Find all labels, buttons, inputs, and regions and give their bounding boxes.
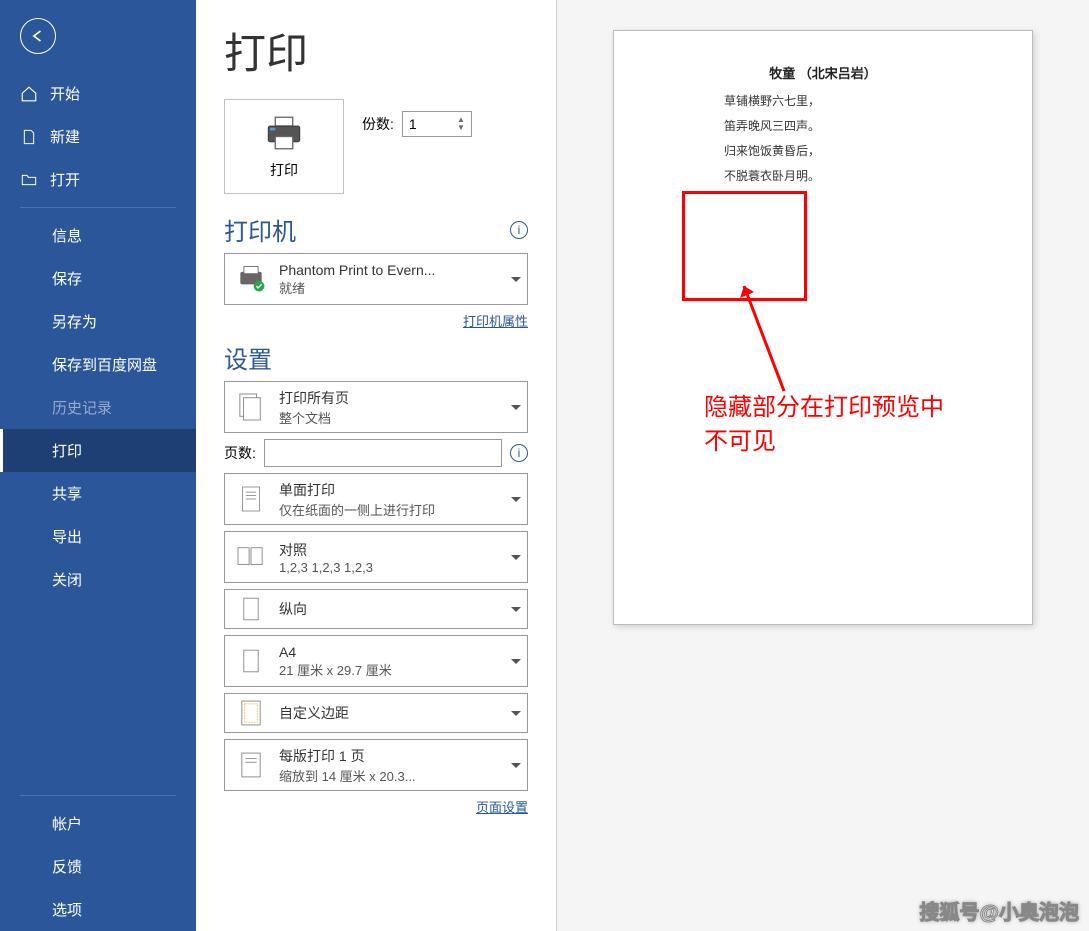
sides-dropdown[interactable]: 单面打印 仅在纸面的一侧上进行打印 (224, 473, 528, 525)
copies-spinner[interactable]: ▲▼ (457, 116, 465, 132)
printer-status-icon (235, 261, 267, 297)
sidebar-item-info[interactable]: 信息 (0, 214, 196, 257)
print-button[interactable]: 打印 (224, 99, 344, 194)
new-doc-icon (20, 128, 38, 146)
a4-icon (235, 643, 267, 679)
chevron-down-icon (511, 555, 521, 560)
sidebar-item-baidu[interactable]: 保存到百度网盘 (0, 343, 196, 386)
sidebar-new-label: 新建 (50, 126, 80, 147)
printer-dropdown[interactable]: Phantom Print to Evern... 就绪 (224, 253, 528, 305)
sidebar-item-new[interactable]: 新建 (0, 115, 196, 158)
copies-label: 份数: (362, 114, 394, 134)
doc-title: 牧童 （北宋吕岩） (684, 63, 962, 82)
sidebar-item-export[interactable]: 导出 (0, 515, 196, 558)
sidebar-home-label: 开始 (50, 83, 80, 104)
pages-icon (235, 389, 267, 425)
sidebar-item-history: 历史记录 (0, 386, 196, 429)
margins-dropdown[interactable]: 自定义边距 (224, 693, 528, 733)
paper-size-dropdown[interactable]: A4 21 厘米 x 29.7 厘米 (224, 635, 528, 687)
backstage-sidebar: 开始 新建 打开 信息 保存 另存为 保存到百度网盘 历史记录 打印 共享 导出… (0, 0, 196, 931)
annotation-text: 隐藏部分在打印预览中 不可见 (704, 391, 944, 458)
pages-info-button[interactable]: i (510, 444, 528, 462)
sidebar-item-home[interactable]: 开始 (0, 72, 196, 115)
annotation-box (682, 191, 807, 301)
copies-value: 1 (409, 116, 417, 132)
printer-section-title: 打印机 (224, 212, 296, 247)
collate-dropdown[interactable]: 对照 1,2,3 1,2,3 1,2,3 (224, 531, 528, 583)
chevron-down-icon (511, 607, 521, 612)
sidebar-separator-2 (20, 795, 176, 796)
orientation-dropdown[interactable]: 纵向 (224, 589, 528, 629)
back-arrow-icon (28, 26, 48, 46)
sidebar-item-options[interactable]: 选项 (0, 888, 196, 931)
collate-icon (235, 539, 267, 575)
home-icon (20, 85, 38, 103)
page-setup-link[interactable]: 页面设置 (224, 797, 528, 816)
printer-name: Phantom Print to Evern... (279, 262, 505, 278)
print-settings-panel: 打印 打印 份数: 1 ▲▼ 打印机 (196, 0, 556, 931)
print-preview-area: 牧童 （北宋吕岩） 草铺横野六七里， 笛弄晚风三四声。 归来饱饭黄昏后， 不脱蓑… (557, 0, 1089, 931)
sidebar-item-feedback[interactable]: 反馈 (0, 845, 196, 888)
sidebar-item-saveas[interactable]: 另存为 (0, 300, 196, 343)
main-content: 打印 打印 份数: 1 ▲▼ 打印机 (196, 0, 1089, 931)
folder-open-icon (20, 171, 38, 189)
sidebar-item-share[interactable]: 共享 (0, 472, 196, 515)
chevron-down-icon (511, 497, 521, 502)
preview-page: 牧童 （北宋吕岩） 草铺横野六七里， 笛弄晚风三四声。 归来饱饭黄昏后， 不脱蓑… (613, 30, 1033, 625)
printer-properties-link[interactable]: 打印机属性 (224, 311, 528, 330)
sidebar-separator-1 (20, 207, 176, 208)
print-scope-dropdown[interactable]: 打印所有页 整个文档 (224, 381, 528, 433)
copies-input[interactable]: 1 ▲▼ (402, 111, 472, 137)
print-button-label: 打印 (270, 160, 298, 180)
sidebar-item-account[interactable]: 帐户 (0, 802, 196, 845)
chevron-down-icon (511, 405, 521, 410)
portrait-icon (235, 591, 267, 627)
sidebar-item-print[interactable]: 打印 (0, 429, 196, 472)
chevron-down-icon (511, 659, 521, 664)
back-button[interactable] (20, 18, 56, 54)
sidebar-item-close[interactable]: 关闭 (0, 558, 196, 601)
margins-icon (235, 695, 267, 731)
pages-per-sheet-dropdown[interactable]: 每版打印 1 页 缩放到 14 厘米 x 20.3... (224, 739, 528, 791)
printer-info-button[interactable]: i (510, 221, 528, 239)
watermark: 搜狐号@小奥泡泡 (919, 896, 1079, 925)
sidebar-item-save[interactable]: 保存 (0, 257, 196, 300)
sidebar-open-label: 打开 (50, 169, 80, 190)
chevron-down-icon (511, 711, 521, 716)
chevron-down-icon (511, 277, 521, 282)
sidebar-item-open[interactable]: 打开 (0, 158, 196, 201)
settings-section-title: 设置 (224, 340, 272, 375)
pages-input[interactable] (264, 439, 502, 467)
page-title: 打印 (224, 20, 528, 81)
pages-label: 页数: (224, 443, 256, 463)
printer-status: 就绪 (279, 278, 505, 297)
chevron-down-icon (511, 763, 521, 768)
sheet-icon (235, 747, 267, 783)
printer-icon (263, 114, 305, 152)
single-side-icon (235, 481, 267, 517)
